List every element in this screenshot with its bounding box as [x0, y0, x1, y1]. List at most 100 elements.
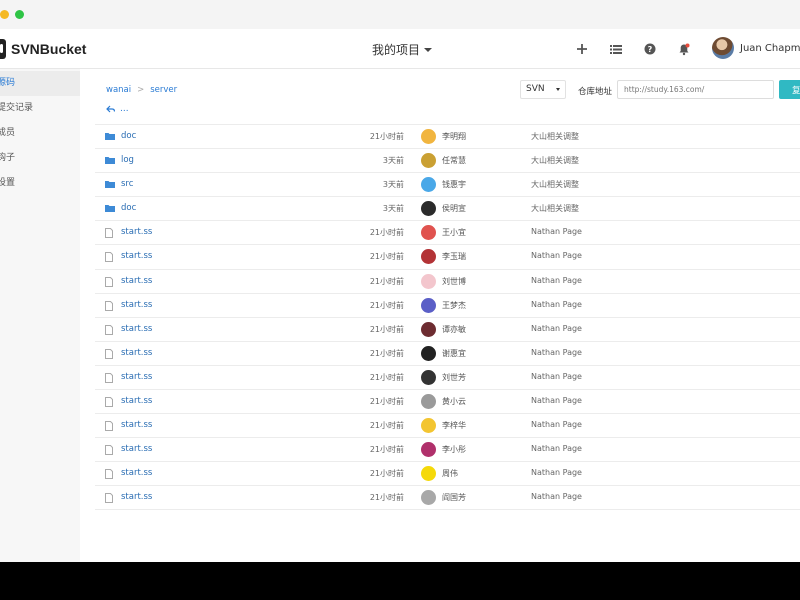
avatar [421, 297, 436, 313]
file-name-link[interactable]: start.ss [121, 300, 152, 310]
table-row[interactable]: doc 21小时前 李明翔 大山相关调整 [95, 124, 800, 148]
file-name-link[interactable]: start.ss [121, 251, 152, 261]
commit-time: 21小时前 [369, 493, 404, 503]
chevron-down-icon [556, 88, 560, 91]
minimize-button[interactable] [0, 10, 9, 19]
folder-icon [105, 204, 115, 213]
parent-directory-link[interactable]: ... [106, 104, 129, 114]
list-icon[interactable] [608, 41, 624, 57]
app-logo[interactable]: SVNBucket [0, 39, 86, 59]
commit-time: 3天前 [382, 156, 404, 166]
table-row[interactable]: start.ss 21小时前 刘世博 Nathan Page [95, 268, 800, 293]
table-row[interactable]: start.ss 21小时前 李梓华 Nathan Page [95, 413, 800, 437]
commit-message: Nathan Page [531, 323, 582, 333]
breadcrumb: wanai > server [106, 85, 177, 95]
file-name-link[interactable]: start.ss [121, 420, 152, 430]
file-name-link[interactable]: start.ss [121, 227, 152, 237]
sidebar-item[interactable]: 源码 [0, 71, 80, 96]
table-row[interactable]: start.ss 21小时前 黄小云 Nathan Page [95, 389, 800, 413]
commit-time: 3天前 [382, 180, 404, 190]
table-row[interactable]: log 3天前 任常慧 大山相关调整 [95, 148, 800, 172]
file-name-link[interactable]: log [121, 155, 134, 165]
back-arrow-icon [106, 105, 115, 113]
folder-icon [105, 180, 115, 189]
commit-message: 大山相关调整 [531, 204, 579, 214]
commit-message: Nathan Page [531, 444, 582, 454]
commit-author: 李玉瑞 [442, 252, 466, 262]
sidebar-item[interactable]: 钩子 [0, 146, 80, 171]
file-table: doc 21小时前 李明翔 大山相关调整 log 3天前 任常慧 大山相关调整 src 3天前 钱惠… [95, 124, 800, 510]
commit-author: 李明翔 [442, 132, 466, 141]
commit-message: 大山相关调整 [531, 180, 579, 190]
sidebar-item[interactable]: 提交记录 [0, 96, 80, 121]
user-menu[interactable]: Juan Chapman [712, 37, 800, 59]
commit-message: Nathan Page [531, 251, 582, 261]
my-projects-menu[interactable]: 我的项目 [372, 41, 433, 58]
vcs-type-select[interactable]: SVN [520, 80, 566, 99]
table-row[interactable]: start.ss 21小时前 王小宜 Nathan Page [95, 220, 800, 244]
commit-author: 王小宜 [442, 228, 466, 238]
table-row[interactable]: doc 3天前 侯明宣 大山相关调整 [95, 196, 800, 220]
copy-button[interactable]: 复 [779, 80, 800, 99]
avatar [421, 490, 436, 506]
avatar [421, 273, 436, 289]
avatar [421, 249, 436, 265]
file-name-link[interactable]: doc [121, 131, 136, 141]
commit-message: Nathan Page [531, 299, 582, 309]
table-row[interactable]: start.ss 21小时前 李小彤 Nathan Page [95, 437, 800, 461]
file-name-link[interactable]: start.ss [121, 348, 152, 358]
file-name-link[interactable]: src [121, 179, 133, 189]
file-name-link[interactable]: start.ss [121, 276, 152, 286]
table-row[interactable]: src 3天前 钱惠宇 大山相关调整 [95, 172, 800, 196]
commit-author: 侯明宣 [442, 204, 466, 214]
repo-url-input[interactable] [617, 80, 774, 99]
file-icon [105, 445, 115, 456]
commit-time: 21小时前 [369, 276, 404, 286]
breadcrumb-item-server[interactable]: server [150, 85, 177, 95]
table-row[interactable]: start.ss 21小时前 周伟 Nathan Page [95, 461, 800, 485]
plus-icon[interactable] [574, 41, 590, 57]
commit-time: 21小时前 [369, 372, 404, 382]
avatar [421, 201, 436, 217]
commit-author: 王梦杰 [442, 300, 466, 310]
file-icon [105, 348, 115, 359]
file-name-link[interactable]: doc [121, 203, 136, 213]
table-row[interactable]: start.ss 21小时前 谢惠宜 Nathan Page [95, 340, 800, 365]
file-icon [105, 469, 115, 480]
file-name-link[interactable]: start.ss [121, 372, 152, 382]
sidebar-item[interactable]: 设置 [0, 171, 80, 196]
table-row[interactable]: start.ss 21小时前 王梦杰 Nathan Page [95, 292, 800, 317]
commit-author: 谭亦敏 [442, 324, 466, 334]
file-name-link[interactable]: start.ss [121, 468, 152, 478]
commit-message: Nathan Page [531, 347, 582, 357]
bell-icon[interactable] [676, 41, 692, 57]
table-row[interactable]: start.ss 21小时前 李玉瑞 Nathan Page [95, 244, 800, 268]
svg-text:?: ? [648, 45, 653, 54]
commit-message: Nathan Page [531, 396, 582, 406]
sidebar-item[interactable]: 成员 [0, 121, 80, 146]
app-name: SVNBucket [11, 41, 87, 57]
zoom-button[interactable] [15, 10, 24, 19]
file-icon [105, 276, 115, 287]
avatar [421, 129, 436, 144]
avatar [421, 177, 436, 193]
breadcrumb-item-wanai[interactable]: wanai [106, 85, 131, 95]
commit-message: Nathan Page [531, 420, 582, 430]
title-bar [0, 0, 800, 29]
table-row[interactable]: start.ss 21小时前 谭亦敏 Nathan Page [95, 316, 800, 341]
file-name-link[interactable]: start.ss [121, 396, 152, 406]
commit-message: Nathan Page [531, 275, 582, 285]
commit-time: 21小时前 [369, 421, 404, 431]
table-row[interactable]: start.ss 21小时前 刘世芳 Nathan Page [95, 364, 800, 389]
table-row[interactable]: start.ss 21小时前 阎国芳 Nathan Page [95, 485, 800, 510]
file-name-link[interactable]: start.ss [121, 444, 152, 454]
file-name-link[interactable]: start.ss [121, 324, 152, 334]
file-name-link[interactable]: start.ss [121, 492, 152, 502]
breadcrumb-separator: > [137, 85, 145, 95]
file-icon [105, 324, 115, 335]
commit-message: Nathan Page [531, 371, 582, 381]
help-icon[interactable]: ? [642, 41, 658, 57]
avatar [421, 418, 436, 434]
sidebar-item-label: 设置 [0, 178, 16, 188]
my-projects-label: 我的项目 [372, 43, 421, 57]
